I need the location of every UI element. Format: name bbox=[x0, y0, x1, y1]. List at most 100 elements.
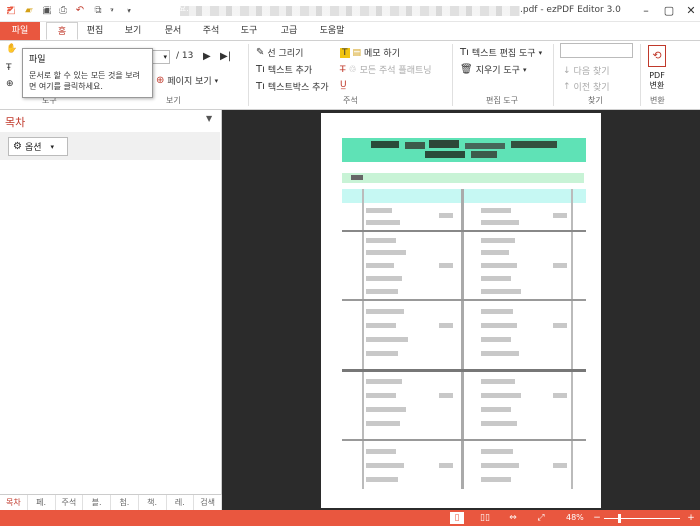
tab-advanced[interactable]: 고급 bbox=[274, 22, 304, 40]
minimize-icon[interactable]: – bbox=[637, 3, 655, 19]
find-next-label: 다음 찾기 bbox=[573, 67, 610, 77]
text-icon: Tı bbox=[256, 64, 265, 75]
zoom-slider-thumb[interactable] bbox=[618, 514, 622, 523]
left-panel bbox=[0, 110, 222, 510]
next-page-icon[interactable]: ▶ bbox=[203, 51, 211, 62]
ribbon-group-label-annotation: 주석 bbox=[343, 96, 358, 105]
eraser-tool-button[interactable]: 🗑 지우기 도구 ▾ bbox=[460, 63, 526, 76]
status-text: 문서로 할 수 있는 모든 것을 보려면 여기를 클릭하세요. bbox=[4, 4, 189, 13]
window-title: .pdf - ezPDF Editor 3.0 bbox=[520, 5, 621, 15]
panel-tab-attachments[interactable]: 첨. bbox=[111, 495, 139, 510]
panel-tab-bookmarks[interactable]: 책. bbox=[139, 495, 167, 510]
eraser-tool-label: 지우기 도구 bbox=[475, 66, 520, 76]
draw-line-button[interactable]: ✎ 선 그리기 bbox=[256, 46, 303, 59]
find-prev-label: 이전 찾기 bbox=[573, 83, 610, 93]
chevron-down-icon: ▾ bbox=[538, 48, 543, 57]
zoom-in-icon[interactable]: + bbox=[684, 512, 698, 524]
tab-document[interactable]: 문서 bbox=[158, 22, 188, 40]
tab-annotation[interactable]: 주석 bbox=[196, 22, 226, 40]
add-text-label: 텍스트 추가 bbox=[267, 66, 313, 76]
underline-icon[interactable]: U̲ bbox=[340, 80, 347, 90]
flatten-all-label: 모든 주석 플래트닝 bbox=[359, 66, 432, 76]
group-separator bbox=[452, 44, 453, 106]
memo-label: 메모 하기 bbox=[364, 49, 400, 59]
memo-button[interactable]: T ▤ 메모 하기 bbox=[340, 46, 400, 59]
last-page-icon[interactable]: ▶| bbox=[220, 51, 231, 62]
zoom-level: 48% bbox=[566, 513, 584, 522]
ribbon-group-label-view: 보기 bbox=[166, 96, 181, 105]
page-total: / 13 bbox=[176, 51, 194, 61]
add-text-button[interactable]: Tı 텍스트 추가 bbox=[256, 63, 312, 76]
note-icon: ▤ bbox=[352, 47, 362, 58]
group-separator bbox=[640, 44, 641, 106]
tab-help[interactable]: 도움말 bbox=[312, 22, 352, 40]
flatten-icon: ♲ bbox=[348, 64, 357, 75]
text-edit-tool-label: 텍스트 편집 도구 bbox=[471, 49, 536, 59]
search-input[interactable] bbox=[560, 43, 633, 58]
strikethrough-icon: T̶ bbox=[340, 64, 346, 75]
panel-tab-blocks[interactable]: 블. bbox=[83, 495, 111, 510]
textbox-icon: Tı bbox=[256, 81, 265, 92]
text-edit-icon: Tı bbox=[460, 47, 469, 58]
tooltip-title: 파일 bbox=[29, 55, 46, 65]
gear-icon: ⚙ bbox=[13, 141, 22, 152]
toc-title: 목차 bbox=[5, 116, 26, 129]
left-panel-tabs: 목차 페. 주석 블. 첨. 책. 레. 검색 bbox=[0, 494, 222, 510]
text-select-icon[interactable]: Ŧ bbox=[6, 63, 12, 73]
tooltip-body: 문서로 할 수 있는 모든 것을 보려면 여기를 클릭하세요. bbox=[29, 71, 140, 91]
page-number-input[interactable]: ▾ bbox=[150, 50, 170, 64]
find-next-icon: ↓ bbox=[563, 65, 571, 76]
pdf-convert-label[interactable]: PDF 변환 bbox=[645, 71, 669, 91]
add-textbox-label: 텍스트박스 추가 bbox=[267, 83, 329, 93]
chevron-down-icon: ▾ bbox=[522, 65, 527, 74]
chevron-down-icon: ▾ bbox=[214, 76, 219, 85]
panel-tab-pages[interactable]: 페. bbox=[28, 495, 56, 510]
zoom-page-icon: ⊕ bbox=[156, 75, 165, 86]
pen-icon: ✎ bbox=[256, 47, 265, 58]
chevron-down-icon: ▾ bbox=[50, 142, 55, 151]
trash-icon: 🗑 bbox=[460, 64, 473, 75]
tab-tools[interactable]: 도구 bbox=[234, 22, 264, 40]
panel-tab-toc[interactable]: 목차 bbox=[0, 495, 28, 510]
ribbon-group-label-find: 찾기 bbox=[588, 96, 603, 105]
group-separator bbox=[248, 44, 249, 106]
close-icon[interactable]: ✕ bbox=[682, 3, 700, 19]
flatten-all-button[interactable]: T̶ ♲ 모든 주석 플래트닝 bbox=[340, 63, 432, 77]
ribbon-group-label-edit-tools: 편집 도구 bbox=[486, 96, 518, 105]
fit-page-icon[interactable]: ⤢ bbox=[534, 512, 548, 524]
highlight-t-icon: T bbox=[340, 47, 350, 58]
panel-tab-search[interactable]: 검색 bbox=[194, 495, 222, 510]
find-prev-button[interactable]: ↑ 이전 찾기 bbox=[563, 80, 610, 94]
pdf-page[interactable] bbox=[321, 113, 601, 508]
page-content-pixelated bbox=[342, 138, 586, 489]
pdf-convert-icon[interactable]: ⟲ bbox=[648, 45, 666, 67]
chevron-down-icon[interactable]: ▼ bbox=[206, 114, 212, 123]
tab-file[interactable]: 파일 bbox=[0, 22, 40, 40]
two-page-view-icon[interactable]: ▯▯ bbox=[478, 512, 492, 524]
file-tooltip: 파일 문서로 할 수 있는 모든 것을 보려면 여기를 클릭하세요. bbox=[22, 48, 153, 98]
options-button[interactable]: ⚙ 옵션 ▾ bbox=[8, 137, 68, 156]
page-view-label: 페이지 보기 bbox=[167, 77, 212, 87]
maximize-icon[interactable]: ▢ bbox=[660, 3, 678, 19]
fit-width-icon[interactable]: ⇔ bbox=[506, 512, 520, 524]
filename-redacted bbox=[180, 6, 520, 16]
page-view-button[interactable]: ⊕ 페이지 보기 ▾ bbox=[156, 74, 218, 87]
add-textbox-button[interactable]: Tı 텍스트박스 추가 bbox=[256, 80, 329, 93]
zoom-out-icon[interactable]: − bbox=[590, 512, 604, 524]
single-page-view-icon[interactable]: ▯ bbox=[450, 512, 464, 524]
options-label: 옵션 bbox=[24, 143, 42, 153]
draw-line-label: 선 그리기 bbox=[267, 49, 304, 59]
tab-view[interactable]: 보기 bbox=[118, 22, 148, 40]
panel-tab-annotations[interactable]: 주석 bbox=[56, 495, 84, 510]
zoom-icon[interactable]: ⊕ bbox=[6, 79, 14, 89]
tab-home[interactable]: 홈 bbox=[46, 22, 78, 40]
zoom-slider[interactable] bbox=[604, 518, 680, 519]
ribbon-group-label-convert: 변환 bbox=[650, 96, 665, 105]
panel-tab-layers[interactable]: 레. bbox=[167, 495, 195, 510]
find-next-button[interactable]: ↓ 다음 찾기 bbox=[563, 64, 610, 78]
group-separator bbox=[553, 44, 554, 106]
find-prev-icon: ↑ bbox=[563, 81, 571, 92]
hand-tool-icon[interactable]: ✋ bbox=[6, 44, 17, 54]
tab-edit[interactable]: 편집 bbox=[80, 22, 110, 40]
text-edit-tool-button[interactable]: Tı 텍스트 편집 도구 ▾ bbox=[460, 46, 542, 59]
